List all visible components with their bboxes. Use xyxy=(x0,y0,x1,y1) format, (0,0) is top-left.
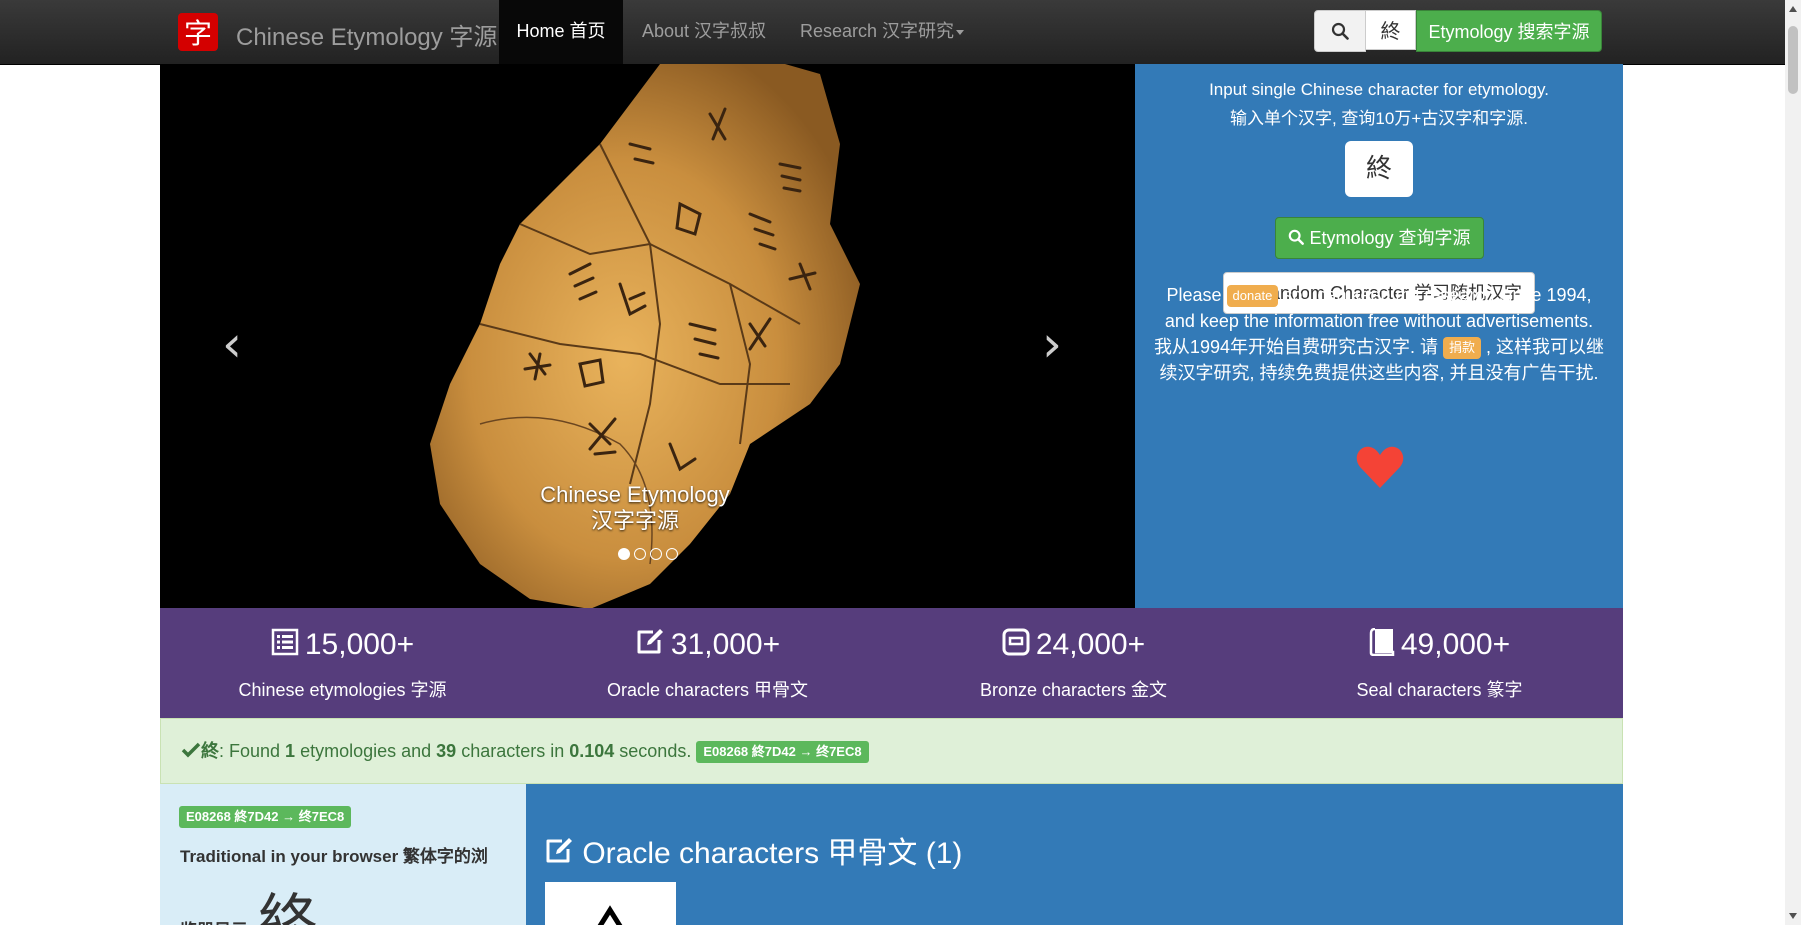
search-result-alert: 終: Found 1 etymologies and 39 characters… xyxy=(160,718,1623,784)
nav-research-label: Research 汉字研究 xyxy=(800,21,955,41)
character-input[interactable]: 終 xyxy=(1345,141,1413,197)
hero-carousel: ‹ › Chinese Etymology 汉字字源 xyxy=(160,64,1135,608)
nav-about[interactable]: About 汉字叔叔 xyxy=(642,0,766,64)
carousel-caption: Chinese Etymology 汉字字源 xyxy=(465,482,805,534)
oracle-glyph xyxy=(597,905,623,925)
traditional-character: 終 xyxy=(258,888,318,925)
unicode-code-label: E08268 終7D42 → 终7EC8 xyxy=(179,806,352,828)
search-intro-cn: 输入单个汉字, 查询10万+古汉字和字源. xyxy=(1229,109,1528,128)
result-text: etymologies and xyxy=(295,741,437,761)
edit-icon xyxy=(546,838,572,863)
stat-value: 15,000+ xyxy=(304,628,415,661)
carousel-indicator[interactable] xyxy=(618,548,630,560)
nav-research-dropdown[interactable]: Research 汉字研究 xyxy=(800,0,965,64)
search-icon xyxy=(1289,229,1305,245)
result-char-count: 39 xyxy=(436,741,457,761)
top-navbar: 字 Chinese Etymology 字源 Home 首页 About 汉字叔… xyxy=(0,0,1785,65)
stat-value: 49,000+ xyxy=(1400,628,1511,661)
result-text: seconds. xyxy=(614,741,692,761)
scrollbar-thumb[interactable] xyxy=(1788,26,1798,94)
list-icon xyxy=(271,628,299,656)
site-logo[interactable]: 字 xyxy=(178,13,218,51)
result-text: : Found xyxy=(219,741,286,761)
donate-text-en: Please donate so I can keep my research … xyxy=(1145,282,1613,308)
donate-badge-cn[interactable]: 捐款 xyxy=(1443,337,1482,360)
caret-down-icon xyxy=(956,29,965,35)
search-panel: Input single Chinese character for etymo… xyxy=(1135,64,1623,608)
site-brand[interactable]: Chinese Etymology 字源 xyxy=(236,17,497,52)
oracle-characters-panel: Oracle characters 甲骨文 (1) xyxy=(526,784,1623,925)
check-icon xyxy=(181,742,201,758)
caption-line-cn: 汉字字源 xyxy=(590,508,679,533)
result-text: characters in xyxy=(456,741,570,761)
donate-cn-post: , 这样我可以继 xyxy=(1486,337,1605,357)
donate-badge[interactable]: donate xyxy=(1226,285,1279,308)
unicode-code-label: E08268 終7D42 → 终7EC8 xyxy=(696,741,869,764)
stat-value: 24,000+ xyxy=(1035,628,1146,661)
character-info-panel: E08268 終7D42 → 终7EC8 Traditional in your… xyxy=(160,784,526,925)
oracle-section-title: Oracle characters 甲骨文 (1) xyxy=(544,828,962,872)
search-icon-button[interactable] xyxy=(1314,10,1366,52)
stat-label: Bronze characters 金文 xyxy=(979,680,1168,700)
stat-label: Seal characters 篆字 xyxy=(1356,680,1523,700)
donate-text-post: so I can keep my research since 1994, xyxy=(1283,285,1592,305)
etymology-search-button[interactable]: Etymology 查询字源 xyxy=(1275,217,1484,259)
nav-search-form: 終 Etymology 搜索字源 xyxy=(1314,10,1602,52)
result-seconds: 0.104 xyxy=(569,741,615,761)
carousel-indicator[interactable] xyxy=(634,548,646,560)
scroll-down-arrow-icon[interactable] xyxy=(1789,913,1797,919)
nav-etymology-button[interactable]: Etymology 搜索字源 xyxy=(1416,10,1602,52)
carousel-indicators xyxy=(618,548,678,560)
stat-label: Oracle characters 甲骨文 xyxy=(606,680,809,700)
donate-text-cn: 我从1994年开始自费研究古汉字. 请 捐款 , 这样我可以继 xyxy=(1145,334,1613,360)
donate-text-en-2: and keep the information free without ad… xyxy=(1164,311,1594,331)
oracle-character-image[interactable] xyxy=(545,882,676,925)
etymology-search-label: Etymology 查询字源 xyxy=(1309,228,1471,248)
nav-home[interactable]: Home 首页 xyxy=(499,0,623,64)
scroll-up-arrow-icon[interactable] xyxy=(1789,6,1797,12)
traditional-display-text: Traditional in your browser 繁体字的浏 xyxy=(180,847,488,866)
book-icon xyxy=(1369,628,1395,656)
result-char: 終 xyxy=(201,741,219,761)
traditional-display-text-2: 览器显示: xyxy=(180,916,254,925)
carousel-prev-button[interactable]: ‹ xyxy=(222,319,242,369)
heart-icon[interactable] xyxy=(1356,445,1404,489)
stats-bar: 15,000+ Chinese etymologies 字源 31,000+ O… xyxy=(160,608,1623,718)
carousel-next-button[interactable]: › xyxy=(1042,319,1062,369)
result-etym-count: 1 xyxy=(285,741,296,761)
search-icon xyxy=(1331,22,1349,40)
bronze-icon xyxy=(1002,628,1030,656)
donate-text-cn-2: 续汉字研究, 持续免费提供这些内容, 并且没有广告干扰. xyxy=(1159,363,1599,383)
caption-line-en: Chinese Etymology xyxy=(540,482,730,507)
donate-text-pre: Please xyxy=(1166,285,1222,305)
page-scrollbar[interactable] xyxy=(1785,0,1801,925)
oracle-title-text: Oracle characters 甲骨文 (1) xyxy=(582,837,963,870)
search-intro-en: Input single Chinese character for etymo… xyxy=(1209,80,1549,99)
stat-value: 31,000+ xyxy=(670,628,781,661)
carousel-indicator[interactable] xyxy=(650,548,662,560)
nav-search-input[interactable]: 終 xyxy=(1366,10,1416,50)
donate-cn-pre: 我从1994年开始自费研究古汉字. 请 xyxy=(1153,337,1438,357)
carousel-indicator[interactable] xyxy=(666,548,678,560)
edit-icon xyxy=(637,629,663,654)
stat-label: Chinese etymologies 字源 xyxy=(238,680,447,700)
